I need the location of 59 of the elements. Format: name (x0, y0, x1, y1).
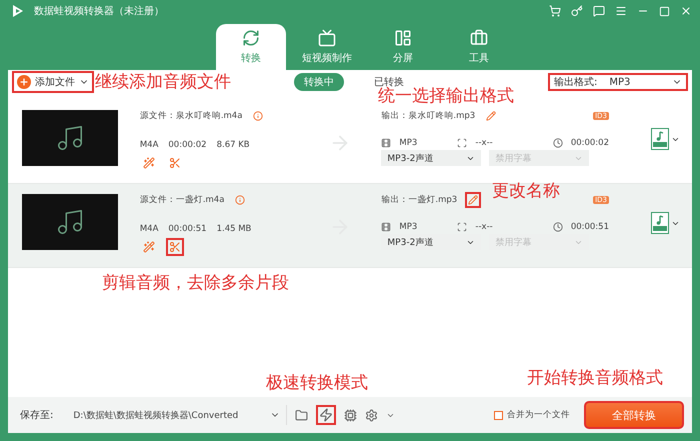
tv-icon (318, 29, 336, 47)
chip-icon[interactable] (344, 408, 358, 422)
output-format-dropdown[interactable]: 输出格式: MP3 (548, 73, 688, 91)
resolution-icon (457, 222, 468, 232)
annotation-text: 开始转换音频格式 (527, 370, 663, 387)
folder-icon[interactable] (295, 408, 308, 422)
resolution: --x-- (475, 138, 494, 148)
file-type: M4A (140, 224, 158, 234)
film-icon (381, 138, 392, 148)
maximize-icon[interactable] (659, 6, 670, 16)
convert-icon (242, 29, 260, 47)
output-file-name: 输出：泉水叮咚响.mp3 (381, 110, 476, 122)
resolution: --x-- (475, 222, 494, 232)
tab[interactable]: 工具 (444, 24, 514, 70)
file-size: 1.45 MB (216, 224, 252, 234)
lightning-icon[interactable] (316, 405, 336, 425)
annotation-text: 极速转换模式 (266, 375, 368, 392)
file-length: 00:00:02 (168, 140, 207, 150)
add-file-button[interactable]: 添加文件 (12, 71, 94, 93)
clock-icon (552, 222, 563, 232)
file-type: M4A (140, 140, 158, 150)
save-path-dropdown[interactable]: D:\数据蛙\数据蛙视频转换器\Converted (61, 405, 288, 425)
plus-icon (17, 75, 31, 89)
key-icon[interactable] (571, 5, 583, 17)
merge-label: 合并为一个文件 (507, 409, 570, 421)
clock-icon (552, 138, 563, 148)
output-format: MP3 (399, 138, 418, 148)
tab[interactable]: 转换 (216, 24, 286, 70)
tab[interactable]: 短视频制作 (292, 24, 362, 70)
output-format-value: MP3 (609, 76, 632, 88)
duration: 00:00:02 (570, 138, 609, 148)
output-format: MP3 (399, 222, 418, 232)
source-file-name: 源文件：一盏灯.m4a (140, 194, 224, 206)
file-size: 8.67 KB (216, 140, 250, 150)
file-length: 00:00:51 (168, 224, 207, 234)
annotation-text: 剪辑音频，去除多余片段 (102, 275, 289, 292)
film-icon (381, 222, 392, 232)
audio-channel-dropdown[interactable]: MP3-2声道 (381, 150, 482, 166)
save-to-label: 保存至: (20, 409, 54, 422)
merge-checkbox[interactable] (494, 410, 503, 420)
filter-tab[interactable]: 转换中 (294, 73, 344, 91)
chat-icon[interactable] (593, 5, 605, 17)
cart-icon[interactable] (549, 5, 561, 17)
menu-icon[interactable] (615, 5, 627, 17)
output-format-label: 输出格式: (554, 76, 598, 89)
duration: 00:00:51 (570, 222, 609, 232)
tab[interactable]: 分屏 (368, 24, 438, 70)
window-title: 数据蛙视频转换器（未注册） (34, 4, 165, 18)
split-screen-icon (394, 29, 412, 47)
annotation-text: 继续添加音频文件 (95, 74, 231, 91)
toolbox-icon (470, 29, 488, 47)
resolution-icon (457, 138, 468, 148)
close-icon[interactable] (680, 5, 692, 17)
scissors-icon[interactable] (166, 238, 184, 256)
pencil-icon[interactable] (465, 192, 482, 208)
annotation-text: 更改名称 (492, 183, 560, 200)
output-file-name: 输出：一盏灯.mp3 (381, 194, 458, 206)
settings-icon[interactable] (365, 408, 378, 422)
source-file-name: 源文件：泉水叮咚响.m4a (140, 110, 242, 122)
